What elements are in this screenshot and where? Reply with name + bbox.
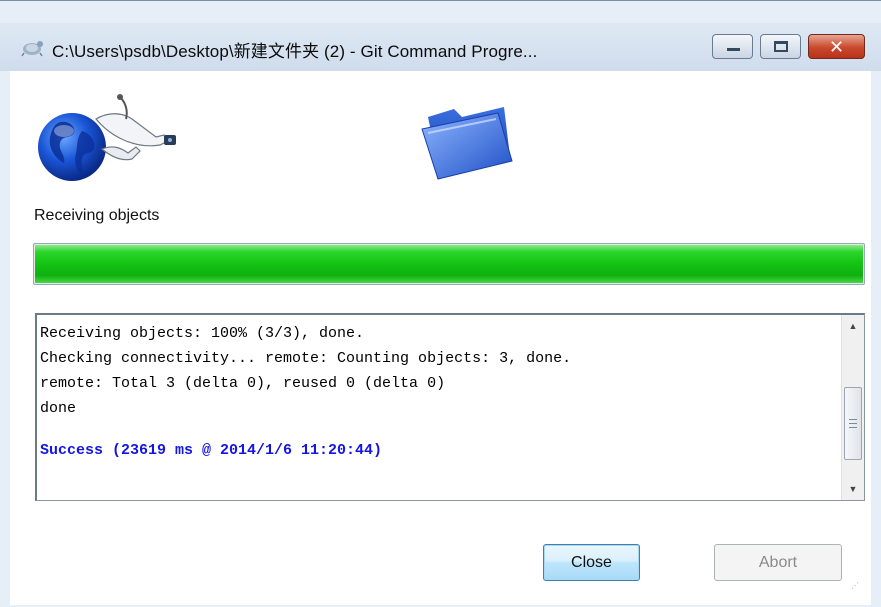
folder-icon xyxy=(421,107,513,180)
window-close-button[interactable]: ✕ xyxy=(808,34,865,59)
log-line: Checking connectivity... remote: Countin… xyxy=(40,350,572,367)
scroll-down-button[interactable]: ▼ xyxy=(842,478,864,500)
close-button[interactable]: Close xyxy=(543,544,640,581)
scroll-thumb[interactable] xyxy=(844,387,862,460)
log-line: Receiving objects: 100% (3/3), done. xyxy=(40,325,365,342)
log-line: done xyxy=(40,400,77,417)
title-bar[interactable]: C:\Users\psdb\Desktop\新建文件夹 (2) - Git Co… xyxy=(0,23,881,71)
close-icon: ✕ xyxy=(829,37,845,57)
globe-network-icon xyxy=(38,94,176,181)
output-log[interactable]: Receiving objects: 100% (3/3), done. Che… xyxy=(35,313,865,501)
grip-icon xyxy=(849,419,857,428)
abort-button[interactable]: Abort xyxy=(714,544,842,581)
log-text[interactable]: Receiving objects: 100% (3/3), done. Che… xyxy=(40,321,830,463)
git-tortoise-icon xyxy=(21,41,43,57)
git-progress-window: C:\Users\psdb\Desktop\新建文件夹 (2) - Git Co… xyxy=(0,0,881,607)
minimize-icon xyxy=(727,48,740,51)
progress-bar xyxy=(33,243,865,285)
minimize-button[interactable] xyxy=(712,34,753,59)
operation-status-label: Receiving objects xyxy=(34,207,160,224)
scroll-up-button[interactable]: ▲ xyxy=(842,315,864,337)
success-message: Success (23619 ms @ 2014/1/6 11:20:44) xyxy=(40,442,383,459)
dialog-body: Receiving objects Receiving objects: 100… xyxy=(10,71,871,605)
window-title: C:\Users\psdb\Desktop\新建文件夹 (2) - Git Co… xyxy=(52,42,538,61)
progress-bar-fill xyxy=(35,245,863,283)
maximize-icon xyxy=(774,41,788,52)
log-scrollbar[interactable]: ▲ ▼ xyxy=(841,315,864,500)
resize-grip-icon[interactable]: ⋰ xyxy=(849,582,859,593)
maximize-button[interactable] xyxy=(760,34,801,59)
log-line: remote: Total 3 (delta 0), reused 0 (del… xyxy=(40,375,446,392)
